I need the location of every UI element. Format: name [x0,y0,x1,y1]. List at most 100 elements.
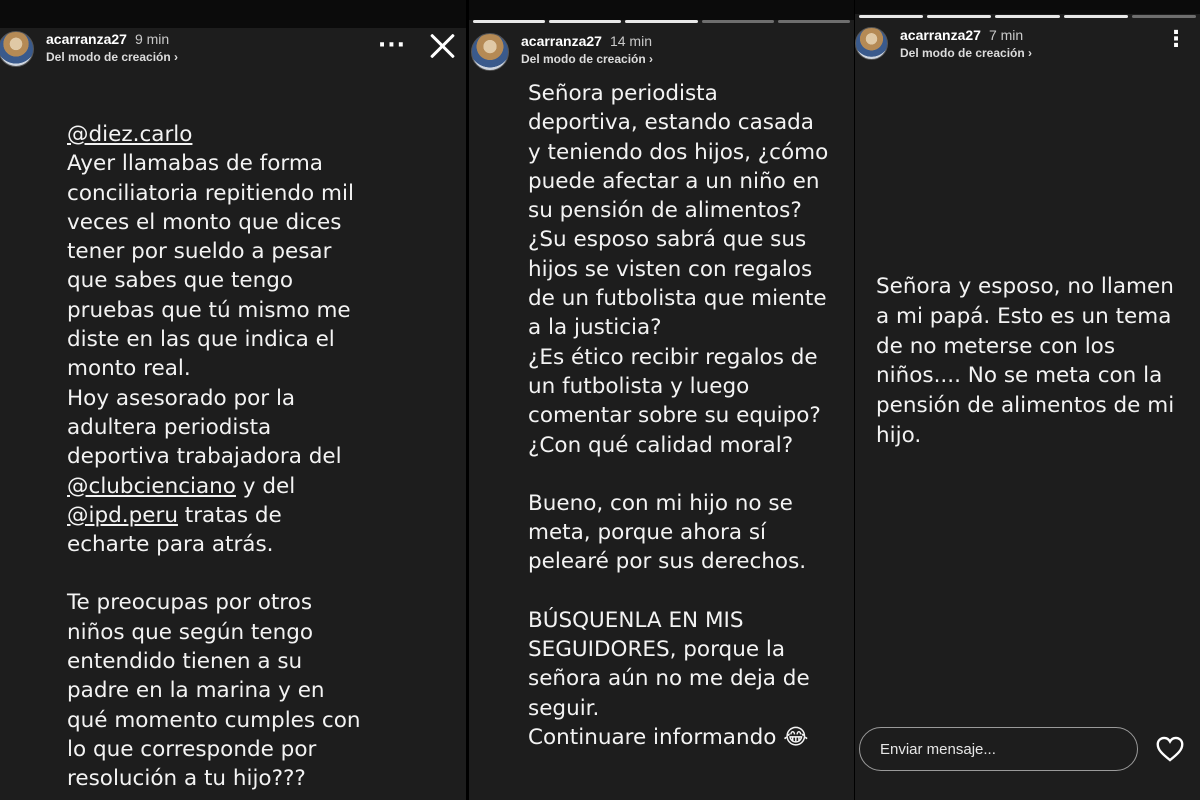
text-line: entendido tienen a su [67,649,303,675]
text-line: de no meterse con los [876,333,1116,359]
text-line: Hoy asesorado por la [67,385,296,411]
text-line: qué momento cumples con [67,707,361,733]
progress-segment [625,20,698,23]
creation-mode-link[interactable]: Del modo de creación › [46,50,178,64]
top-bar [855,0,1200,14]
text-line: Te preocupas por otros [67,590,313,616]
more-options-icon[interactable]: ⋮ [1165,29,1188,51]
text-line: señora aún no me deja de [528,666,810,692]
timestamp: 14 min [609,33,652,49]
story-header: acarranza27 7 min Del modo de creación › [855,27,1200,60]
story-text: @diez.carlo Ayer llamabas de forma concili… [67,120,447,794]
progress-segment [927,15,992,18]
top-bar [0,0,466,28]
story-panel-1: acarranza27 9 min Del modo de creación ›… [0,0,466,800]
story-text: Señora y esposo, no llamen a mi papá. Est… [876,272,1198,451]
text-line: su pensión de alimentos? [528,198,802,224]
text-line: deportiva, estando casada [528,110,814,136]
text-line: meta, porque ahora sí [528,520,767,546]
text-line: resolución a tu hijo??? [67,766,306,792]
text-line: puede afectar a un niño en [528,168,820,194]
text-line: que sabes que tengo [67,268,294,294]
text-line: ¿Con qué calidad moral? [528,432,794,458]
text-line: a la justicia? [528,315,662,341]
text-line: lo que corresponde por [67,736,317,762]
story-text: Señora periodista deportiva, estando casa… [528,79,853,752]
more-options-icon[interactable]: ··· [378,35,406,57]
text-line: un futbolista y luego [528,373,750,399]
text-line: Bueno, con mi hijo no se [528,490,793,516]
username[interactable]: acarranza27 [521,33,602,49]
progress-segment [473,20,546,23]
progress-segment [1131,15,1197,18]
text-line: @diez.carlo [67,120,447,149]
text-line: @ipd.peru tratas de [67,501,447,530]
chevron-right-icon: › [649,52,654,66]
text-line: Señora y esposo, no llamen [876,274,1174,299]
mention-link[interactable]: @ipd.peru [67,503,178,528]
text-line: pensión de alimentos de mi [876,393,1175,419]
story-header: acarranza27 14 min Del modo de creación … [469,33,854,71]
text-line: ¿Es ético recibir regalos de [528,344,818,370]
heart-icon[interactable] [1156,736,1184,762]
timestamp: 7 min [988,27,1024,43]
text-line: adultera periodista [67,414,272,440]
close-icon[interactable] [428,32,456,60]
text-line: hijos se visten con regalos [528,256,813,282]
message-placeholder: Enviar mensaje... [880,740,996,758]
creation-mode-link[interactable]: Del modo de creación › [900,46,1032,60]
avatar[interactable] [855,27,888,60]
text-line: tener por sueldo a pesar [67,239,332,265]
text-line: Señora periodista [528,81,718,106]
progress-segment [777,20,851,23]
text-line: padre en la marina y en [67,678,325,704]
text-line: pelearé por sus derechos. [528,549,807,575]
text-line: @clubcienciano y del [67,472,447,501]
story-progress [855,15,1200,18]
avatar[interactable] [0,31,34,67]
text-line: ¿Su esposo sabrá que sus [528,227,807,253]
text-line: a mi papá. Esto es un tema [876,303,1172,329]
text-line: veces el monto que dices [67,209,342,235]
text-line: comentar sobre su equipo? [528,403,821,429]
timestamp: 9 min [134,31,170,47]
mention-link[interactable]: @diez.carlo [67,122,192,147]
username[interactable]: acarranza27 [46,31,127,47]
story-panel-2: acarranza27 14 min Del modo de creación … [469,0,854,800]
text-line: de un futbolista que miente [528,286,827,312]
text-line: deportiva trabajadora del [67,444,342,470]
progress-segment [701,20,774,23]
text-line: conciliatoria repitiendo mil [67,180,354,206]
story-progress [469,20,854,23]
story-panel-3: acarranza27 7 min Del modo de creación ›… [855,0,1200,800]
text-line: pruebas que tú mismo me [67,297,351,323]
text-line: niños que según tengo [67,619,314,645]
text-line: SEGUIDORES, porque la [528,637,786,663]
message-input[interactable]: Enviar mensaje... [859,727,1138,771]
progress-segment [995,15,1060,18]
progress-segment [549,20,622,23]
text-fragment: y del [235,473,296,499]
chevron-right-icon: › [174,50,179,64]
text-line: BÚSQUENLA EN MIS [528,607,744,633]
text-line: Continuare informando 😂 [528,724,809,750]
progress-segment [1063,15,1128,18]
text-line: Ayer llamabas de forma [67,151,323,177]
text-line: y teniendo dos hijos, ¿cómo [528,139,829,165]
progress-segment [859,15,924,18]
chevron-right-icon: › [1028,46,1033,60]
creation-mode-link[interactable]: Del modo de creación › [521,52,653,66]
text-line: diste en las que indica el [67,327,335,353]
avatar[interactable] [471,33,509,71]
text-line: niños.... No se meta con la [876,363,1163,389]
text-fragment: tratas de [177,502,282,528]
text-line: echarte para atrás. [67,532,274,558]
username[interactable]: acarranza27 [900,27,981,43]
mention-link[interactable]: @clubcienciano [67,474,236,499]
text-line: seguir. [528,695,600,721]
text-line: hijo. [876,422,922,448]
top-bar [469,0,854,20]
